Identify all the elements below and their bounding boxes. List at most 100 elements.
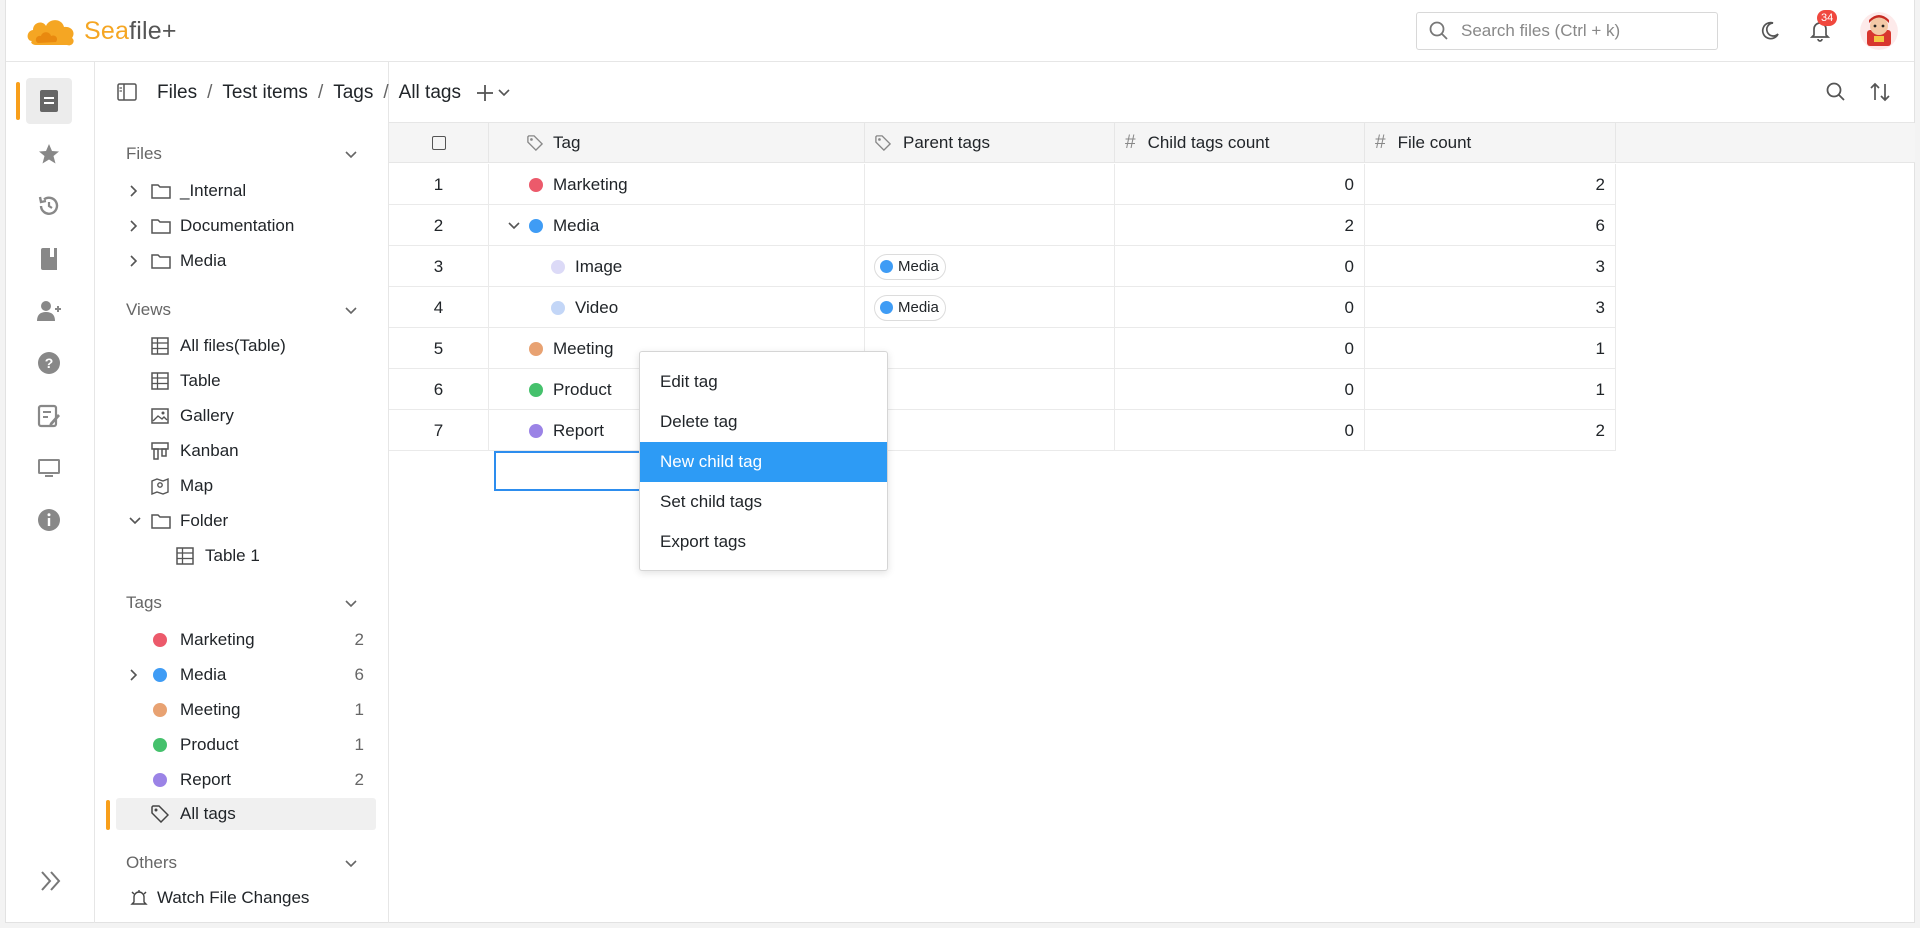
view-item[interactable]: All files(Table) xyxy=(96,330,376,362)
view-item[interactable]: Kanban xyxy=(96,435,376,467)
parent-tags-cell[interactable] xyxy=(865,205,1115,246)
chevron-down-icon[interactable] xyxy=(507,220,521,232)
select-all-checkbox[interactable] xyxy=(431,136,446,150)
chevron-down-icon[interactable] xyxy=(344,148,358,162)
chevron-right-icon[interactable] xyxy=(128,184,140,198)
sidebar-tag-item[interactable]: Report 2 xyxy=(96,764,376,796)
chevron-right-icon[interactable] xyxy=(128,219,140,233)
child-count-cell[interactable]: 2 xyxy=(1115,205,1365,246)
folder-icon xyxy=(151,254,171,269)
search-box[interactable] xyxy=(1416,12,1718,50)
search-icon[interactable] xyxy=(1826,82,1846,102)
folder-item[interactable]: _Internal xyxy=(96,175,376,207)
chevron-down-icon[interactable] xyxy=(128,515,142,527)
export-tags-menu-item[interactable]: Export tags xyxy=(640,522,887,562)
tag-count: 1 xyxy=(354,735,364,754)
tag-cell[interactable]: Marketing xyxy=(489,164,865,205)
column-header-tag[interactable]: Tag xyxy=(489,123,865,163)
new-child-tag-menu-item[interactable]: New child tag xyxy=(640,442,887,482)
user-avatar[interactable] xyxy=(1860,12,1898,50)
folder-item[interactable]: Media xyxy=(96,245,376,277)
table-row[interactable]: 7 Report 0 2 xyxy=(389,410,1616,451)
sort-icon[interactable] xyxy=(1870,82,1890,102)
view-item[interactable]: Table xyxy=(96,365,376,397)
files-nav-button[interactable] xyxy=(26,78,72,124)
column-header-file-count[interactable]: # File count xyxy=(1365,123,1616,163)
all-tags-item[interactable]: All tags xyxy=(116,798,376,830)
folder-item[interactable]: Documentation xyxy=(96,210,376,242)
views-section-title[interactable]: Views xyxy=(126,300,171,320)
tag-cell[interactable]: Video xyxy=(489,287,865,328)
sidebar-toggle-icon[interactable] xyxy=(117,82,137,102)
starred-nav-button[interactable] xyxy=(26,131,72,177)
tag-name: Report xyxy=(553,420,605,440)
parent-tags-cell[interactable]: Media xyxy=(865,287,1115,328)
file-count-cell[interactable]: 3 xyxy=(1365,287,1616,328)
breadcrumb-files[interactable]: Files xyxy=(157,82,197,104)
share-admin-nav-button[interactable] xyxy=(26,288,72,334)
file-count-cell[interactable]: 3 xyxy=(1365,246,1616,287)
delete-tag-menu-item[interactable]: Delete tag xyxy=(640,402,887,442)
folder-label: Documentation xyxy=(180,216,295,235)
sidebar-tag-item[interactable]: Marketing 2 xyxy=(96,624,376,656)
about-nav-button[interactable] xyxy=(26,497,72,543)
parent-tags-cell[interactable] xyxy=(865,410,1115,451)
sidebar-tag-item[interactable]: Meeting 1 xyxy=(96,694,376,726)
parent-tags-cell[interactable] xyxy=(865,328,1115,369)
sidebar-tag-item[interactable]: Product 1 xyxy=(96,729,376,761)
add-tag-dropdown[interactable] xyxy=(475,83,511,103)
view-item[interactable]: Table 1 xyxy=(96,540,376,572)
logo-text: Seafile+ xyxy=(84,16,177,45)
file-count-cell[interactable]: 2 xyxy=(1365,410,1616,451)
view-folder-item[interactable]: Folder xyxy=(96,505,376,537)
view-item[interactable]: Map xyxy=(96,470,376,502)
sidebar-tag-item[interactable]: Media 6 xyxy=(96,659,376,691)
edit-tag-menu-item[interactable]: Edit tag xyxy=(640,362,887,402)
files-section-title[interactable]: Files xyxy=(126,144,162,164)
wiki-nav-button[interactable] xyxy=(26,236,72,282)
child-count-cell[interactable]: 0 xyxy=(1115,164,1365,205)
child-count-cell[interactable]: 0 xyxy=(1115,328,1365,369)
table-row[interactable]: 3 Image Media 0 3 xyxy=(389,246,1616,287)
chevron-down-icon[interactable] xyxy=(344,857,358,871)
search-input[interactable] xyxy=(1461,21,1701,41)
file-count-cell[interactable]: 1 xyxy=(1365,369,1616,410)
parent-tags-cell[interactable] xyxy=(865,369,1115,410)
table-row[interactable]: 1 Marketing 0 2 xyxy=(389,164,1616,205)
file-count-cell[interactable]: 2 xyxy=(1365,164,1616,205)
child-count-cell[interactable]: 0 xyxy=(1115,369,1365,410)
child-count-cell[interactable]: 0 xyxy=(1115,246,1365,287)
tags-section-title[interactable]: Tags xyxy=(126,593,162,613)
chevron-right-icon[interactable] xyxy=(128,254,140,268)
table-row[interactable]: 5 Meeting 0 1 xyxy=(389,328,1616,369)
chevron-right-icon[interactable] xyxy=(128,668,140,682)
chevron-down-icon[interactable] xyxy=(344,304,358,318)
table-row[interactable]: 6 Product 0 1 xyxy=(389,369,1616,410)
breadcrumb-library[interactable]: Test items xyxy=(222,82,308,104)
watch-file-changes-item[interactable]: Watch File Changes xyxy=(96,882,376,914)
tag-cell[interactable]: Image xyxy=(489,246,865,287)
table-row[interactable]: 4 Video Media 0 3 xyxy=(389,287,1616,328)
view-item[interactable]: Gallery xyxy=(96,400,376,432)
devices-nav-button[interactable] xyxy=(26,445,72,491)
dark-mode-toggle[interactable] xyxy=(1757,18,1783,44)
table-row[interactable]: 2 Media 2 6 xyxy=(389,205,1616,246)
child-count-cell[interactable]: 0 xyxy=(1115,287,1365,328)
set-child-tags-menu-item[interactable]: Set child tags xyxy=(640,482,887,522)
file-count-cell[interactable]: 1 xyxy=(1365,328,1616,369)
parent-tags-cell[interactable] xyxy=(865,164,1115,205)
column-header-parent-tags[interactable]: Parent tags xyxy=(865,123,1115,163)
notes-nav-button[interactable] xyxy=(26,393,72,439)
seafile-logo[interactable]: Seafile+ xyxy=(24,8,177,54)
others-section-title[interactable]: Others xyxy=(126,853,177,873)
tag-cell[interactable]: Media xyxy=(489,205,865,246)
expand-sidebar-button[interactable] xyxy=(39,870,63,897)
breadcrumb-tags[interactable]: Tags xyxy=(333,82,373,104)
help-nav-button[interactable]: ? xyxy=(26,340,72,386)
file-count-cell[interactable]: 6 xyxy=(1365,205,1616,246)
chevron-down-icon[interactable] xyxy=(344,597,358,611)
column-header-child-count[interactable]: # Child tags count xyxy=(1115,123,1365,163)
parent-tags-cell[interactable]: Media xyxy=(865,246,1115,287)
child-count-cell[interactable]: 0 xyxy=(1115,410,1365,451)
activities-nav-button[interactable] xyxy=(26,183,72,229)
